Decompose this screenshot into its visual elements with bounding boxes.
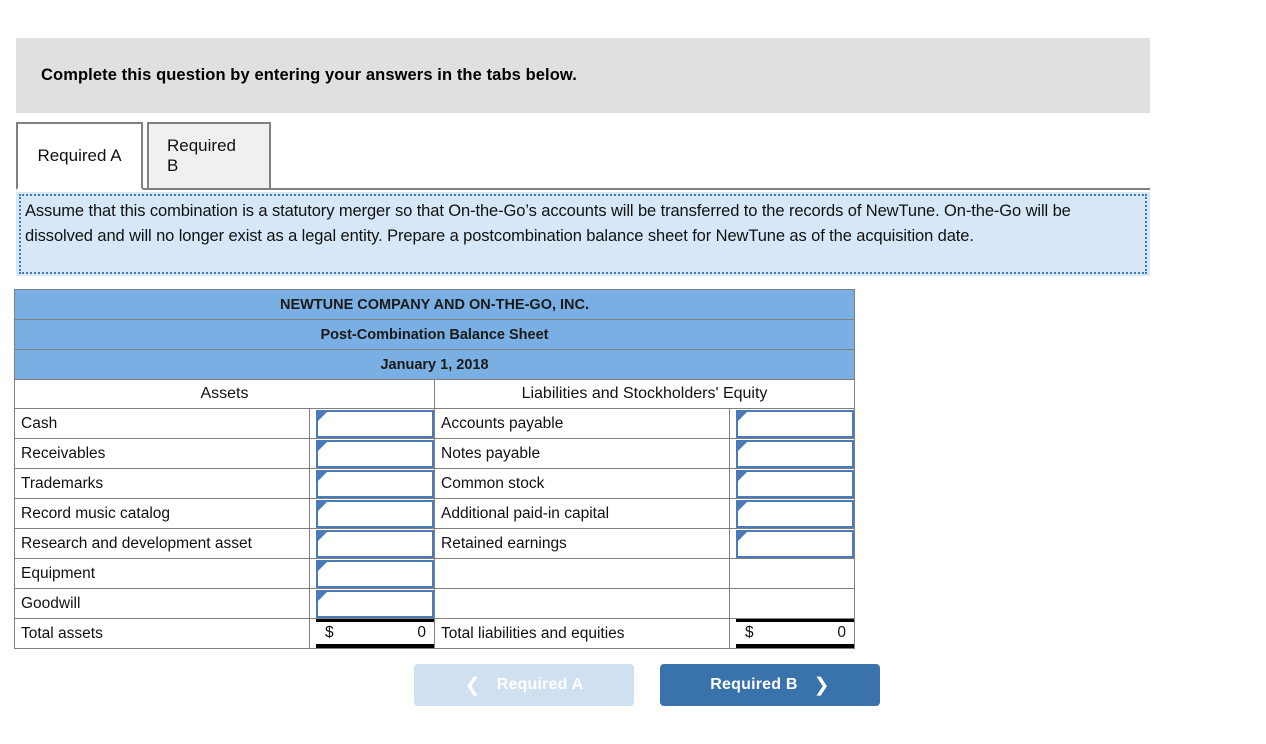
asset-input-cell-equipment[interactable] <box>309 558 435 589</box>
liability-input-cell-notes-payable[interactable] <box>729 438 855 469</box>
tab-strip: Required A Required B <box>16 122 1150 190</box>
liability-empty-cell-2 <box>729 588 855 619</box>
asset-input-cell-research-and-development-asset[interactable] <box>309 528 435 559</box>
total-assets-currency-symbol: $ <box>325 624 334 641</box>
table-row: Goodwill <box>14 588 855 619</box>
total-assets-cell: $ 0 <box>309 618 435 649</box>
asset-input-cell-goodwill[interactable] <box>309 588 435 619</box>
liability-label-common-stock: Common stock <box>434 468 730 499</box>
exercise-page: Complete this question by entering your … <box>0 0 1266 744</box>
sheet-title-row-1: NEWTUNE COMPANY AND ON-THE-GO, INC. <box>14 289 855 320</box>
table-row: Research and development asset Retained … <box>14 528 855 559</box>
asset-input-cell-cash[interactable] <box>309 408 435 439</box>
total-liabilities-label: Total liabilities and equities <box>434 618 730 649</box>
balance-sheet-table: NEWTUNE COMPANY AND ON-THE-GO, INC. Post… <box>14 289 855 649</box>
liability-input-cell-accounts-payable[interactable] <box>729 408 855 439</box>
total-assets-label: Total assets <box>14 618 310 649</box>
totals-row: Total assets $ 0 Total liabilities and e… <box>14 618 855 649</box>
liability-label-accounts-payable: Accounts payable <box>434 408 730 439</box>
liability-label-retained-earnings: Retained earnings <box>434 528 730 559</box>
liability-amount-input-notes-payable[interactable] <box>736 439 854 468</box>
liability-amount-input-retained-earnings[interactable] <box>736 529 854 558</box>
table-row: Equipment <box>14 558 855 589</box>
asset-input-cell-record-music-catalog[interactable] <box>309 498 435 529</box>
instruction-banner-text: Complete this question by entering your … <box>41 66 577 84</box>
asset-label-research-and-development-asset: Research and development asset <box>14 528 310 559</box>
liability-label-empty-2 <box>434 588 730 619</box>
sheet-statement-title: Post-Combination Balance Sheet <box>14 319 855 350</box>
asset-amount-input-cash[interactable] <box>316 409 434 438</box>
question-prompt-text: Assume that this combination is a statut… <box>25 202 1071 245</box>
sheet-title-row-2: Post-Combination Balance Sheet <box>14 319 855 350</box>
table-row: Record music catalog Additional paid-in … <box>14 498 855 529</box>
asset-amount-input-equipment[interactable] <box>316 559 434 588</box>
asset-input-cell-trademarks[interactable] <box>309 468 435 499</box>
liability-label-notes-payable: Notes payable <box>434 438 730 469</box>
next-button-label: Required B <box>710 676 798 693</box>
sheet-title-row-3: January 1, 2018 <box>14 349 855 380</box>
tab-required-a[interactable]: Required A <box>16 122 143 190</box>
liability-input-cell-retained-earnings[interactable] <box>729 528 855 559</box>
table-row: Cash Accounts payable <box>14 408 855 439</box>
asset-label-goodwill: Goodwill <box>14 588 310 619</box>
asset-amount-input-record-music-catalog[interactable] <box>316 499 434 528</box>
liability-label-additional-paid-in-capital: Additional paid-in capital <box>434 498 730 529</box>
liability-amount-input-accounts-payable[interactable] <box>736 409 854 438</box>
liability-input-cell-common-stock[interactable] <box>729 468 855 499</box>
total-liabilities-currency-symbol: $ <box>745 624 754 641</box>
previous-button-label: Required A <box>496 676 584 693</box>
sheet-date: January 1, 2018 <box>14 349 855 380</box>
total-liabilities-value: 0 <box>837 624 846 641</box>
chevron-left-icon: ❮ <box>464 674 481 696</box>
liability-empty-cell-1 <box>729 558 855 589</box>
asset-amount-input-goodwill[interactable] <box>316 589 434 618</box>
section-header-assets: Assets <box>14 379 435 409</box>
total-liabilities-box: $ 0 <box>736 619 854 648</box>
asset-label-trademarks: Trademarks <box>14 468 310 499</box>
section-header-liabilities: Liabilities and Stockholders' Equity <box>434 379 855 409</box>
sheet-company-title: NEWTUNE COMPANY AND ON-THE-GO, INC. <box>14 289 855 320</box>
asset-input-cell-receivables[interactable] <box>309 438 435 469</box>
table-row: Trademarks Common stock <box>14 468 855 499</box>
table-row: Receivables Notes payable <box>14 438 855 469</box>
liability-input-cell-additional-paid-in-capital[interactable] <box>729 498 855 529</box>
asset-label-receivables: Receivables <box>14 438 310 469</box>
liability-amount-input-additional-paid-in-capital[interactable] <box>736 499 854 528</box>
instruction-banner: Complete this question by entering your … <box>16 38 1150 113</box>
asset-label-cash: Cash <box>14 408 310 439</box>
question-prompt: Assume that this combination is a statut… <box>16 192 1150 276</box>
bottom-navigation: ❮ Required A Required B ❯ <box>0 664 1266 706</box>
asset-amount-input-receivables[interactable] <box>316 439 434 468</box>
asset-label-equipment: Equipment <box>14 558 310 589</box>
tab-required-b[interactable]: Required B <box>147 122 271 190</box>
chevron-right-icon: ❯ <box>813 674 830 696</box>
question-prompt-border: Assume that this combination is a statut… <box>19 194 1147 274</box>
asset-label-record-music-catalog: Record music catalog <box>14 498 310 529</box>
next-required-b-button[interactable]: Required B ❯ <box>660 664 880 706</box>
total-assets-value: 0 <box>417 624 426 641</box>
total-assets-box: $ 0 <box>316 619 434 648</box>
asset-amount-input-trademarks[interactable] <box>316 469 434 498</box>
total-liabilities-cell: $ 0 <box>729 618 855 649</box>
asset-amount-input-research-and-development-asset[interactable] <box>316 529 434 558</box>
liability-amount-input-common-stock[interactable] <box>736 469 854 498</box>
previous-required-a-button[interactable]: ❮ Required A <box>414 664 634 706</box>
liability-label-empty-1 <box>434 558 730 589</box>
sheet-section-header-row: Assets Liabilities and Stockholders' Equ… <box>14 379 855 409</box>
